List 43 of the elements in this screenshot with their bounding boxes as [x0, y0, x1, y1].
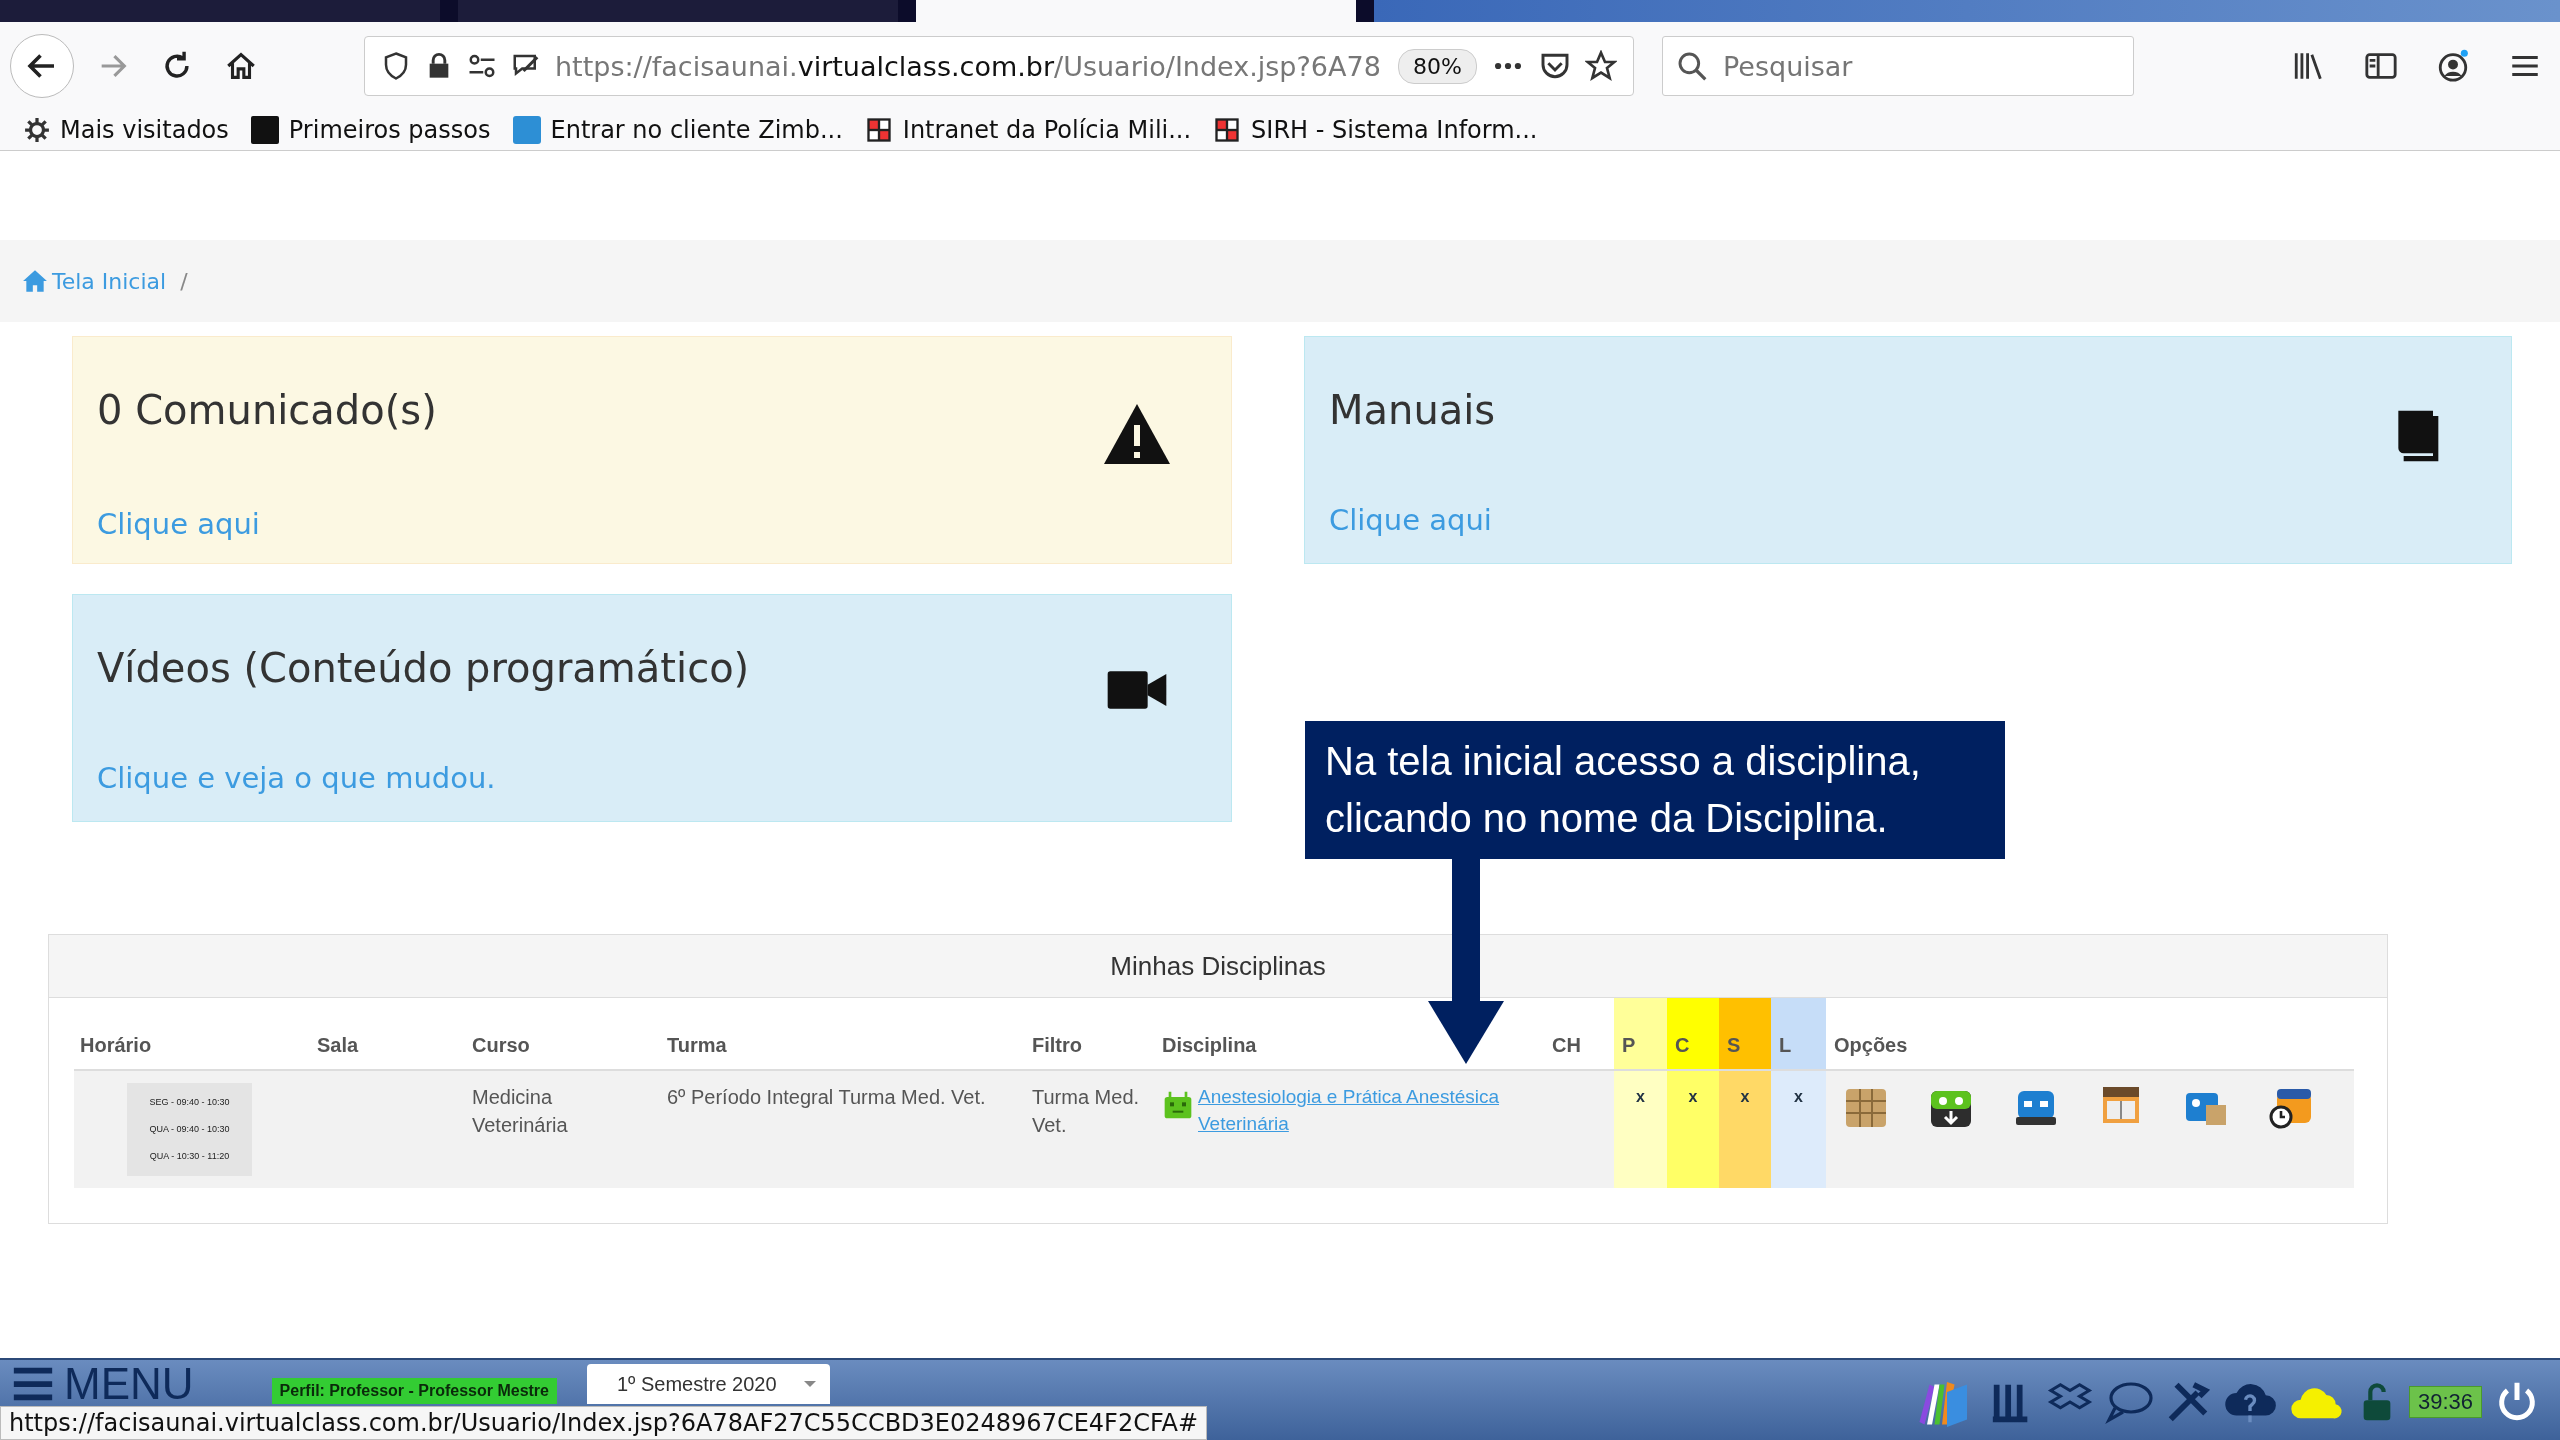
- letter-z-icon: [512, 116, 541, 144]
- column-header: P: [1614, 998, 1667, 1070]
- bookmark-link[interactable]: Intranet da Polícia Mili...: [864, 116, 1192, 144]
- schedule-time: QUA - 09:40 - 10:30: [149, 1123, 230, 1136]
- bookmark-link[interactable]: SIRH - Sistema Inform...: [1213, 116, 1538, 144]
- breadcrumb-separator: /: [180, 268, 188, 294]
- panel-title: Minhas Disciplinas: [1110, 950, 1326, 982]
- status-url: https://facisaunai.virtualclass.com.br/Usuario/Index.jsp?6A78AF27C55CCBD3E0248967CE4F2CFA#: [0, 1406, 1208, 1440]
- address-bar[interactable]: https://facisaunai.virtualclass.com.br/Usuario/Index.jsp?6A78 80%: [364, 36, 1634, 96]
- account-icon[interactable]: [2436, 49, 2470, 83]
- card-title: Vídeos (Conteúdo programático): [97, 645, 751, 693]
- mark-text: x: [1688, 1088, 1698, 1105]
- url-text: https://facisaunai.virtualclass.com.br/Usuario/Index.jsp?6A78: [555, 50, 1382, 82]
- zoom-badge[interactable]: 80%: [1398, 48, 1477, 84]
- mark-text: x: [1636, 1088, 1645, 1105]
- search-icon: [1676, 50, 1708, 82]
- column-header: S: [1719, 998, 1771, 1070]
- search-field[interactable]: Pesquisar: [1662, 36, 2134, 96]
- session-timer: 39:36: [2408, 1386, 2482, 1418]
- column-header: L: [1771, 998, 1826, 1070]
- bookmark-link[interactable]: Primeiros passos: [250, 116, 491, 144]
- bookmark-link[interactable]: Mais visitados: [24, 116, 229, 144]
- profile-badge: Perfil: Professor - Professor Mestre: [271, 1378, 557, 1404]
- star-icon[interactable]: [1585, 50, 1617, 82]
- column-header: C: [1667, 998, 1719, 1070]
- table-cell: Medicina Veterinária: [464, 1070, 659, 1188]
- home-icon: [22, 268, 48, 294]
- semester-select[interactable]: 1º Semestre 2020: [587, 1364, 830, 1404]
- badge-icon: [1213, 116, 1242, 144]
- robot-face-icon: [1162, 1089, 1194, 1121]
- schedule-time: QUA - 10:30 - 11:20: [149, 1150, 230, 1163]
- bookmark-link[interactable]: Entrar no cliente Zimb...: [512, 116, 843, 144]
- table-cell: Turma Med. Vet.: [1024, 1070, 1154, 1188]
- letter-m-icon: [250, 116, 279, 144]
- card-title: 0 Comunicado(s): [97, 387, 438, 435]
- schedule-time: SEG - 09:40 - 10:30: [149, 1096, 230, 1109]
- mark-text: x: [1740, 1088, 1750, 1105]
- mark-text: x: [1794, 1088, 1803, 1105]
- badge-icon: [864, 116, 893, 144]
- table-cell: 6º Período Integral Turma Med. Vet.: [659, 1070, 1024, 1188]
- gear-icon: [24, 117, 50, 143]
- card-title: Manuais: [1329, 387, 1497, 435]
- annotation-callout: Na tela inicial acesso a disciplina, clicando no nome da Disciplina.: [1305, 721, 2005, 859]
